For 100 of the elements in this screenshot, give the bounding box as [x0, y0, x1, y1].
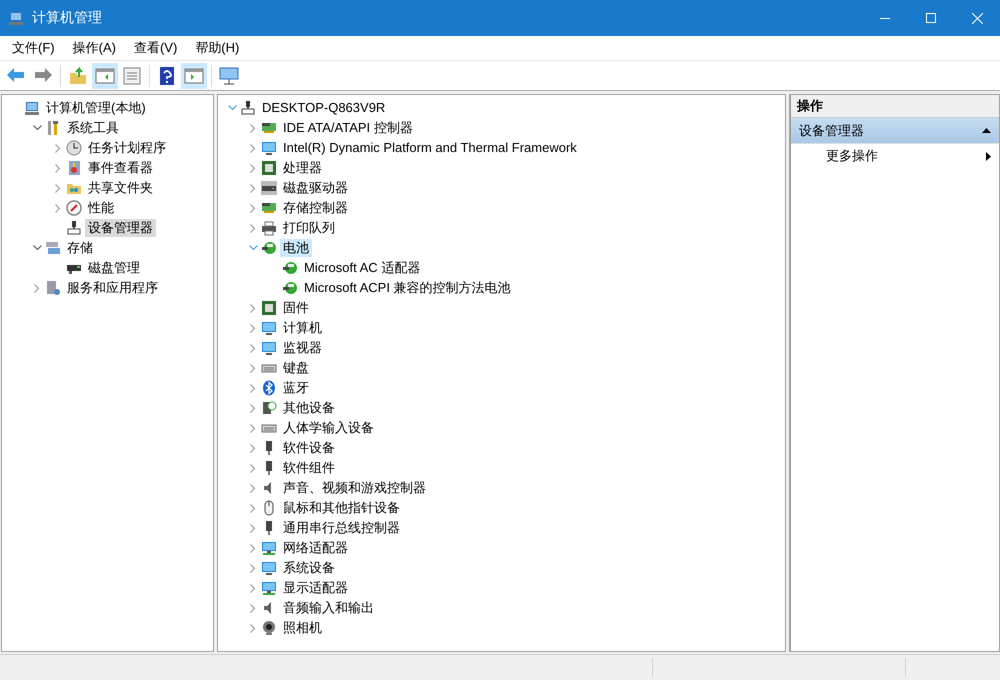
menu-item[interactable]: 操作(A) [64, 37, 125, 59]
tree-item[interactable]: 存储 [64, 239, 96, 257]
expand-chevron-icon[interactable] [250, 604, 256, 612]
tree-item[interactable]: 设备管理器 [85, 219, 156, 237]
tree-item[interactable]: 计算机管理(本地) [43, 99, 149, 117]
tree-item[interactable]: 通用串行总线控制器 [280, 519, 403, 537]
expand-chevron-icon[interactable] [250, 124, 256, 132]
tree-item[interactable]: 声音、视频和游戏控制器 [280, 479, 429, 497]
tree-item[interactable]: 事件查看器 [85, 159, 156, 177]
expand-chevron-icon[interactable] [250, 524, 256, 532]
expand-chevron-icon[interactable] [250, 444, 256, 452]
tree-item[interactable]: 系统设备 [280, 559, 338, 577]
tree-item[interactable]: 软件组件 [280, 459, 338, 477]
expand-chevron-icon[interactable] [55, 144, 61, 152]
section-header[interactable]: 设备管理器 [791, 118, 999, 144]
toolbar-button[interactable] [92, 62, 118, 88]
tree-item[interactable]: 人体学输入设备 [280, 419, 377, 437]
tree-item[interactable]: 服务和应用程序 [64, 279, 161, 297]
monitor-icon [261, 320, 277, 336]
tree-item[interactable]: 显示适配器 [280, 579, 351, 597]
tree-item[interactable]: 电池 [280, 239, 312, 257]
toolbar-button[interactable] [181, 62, 207, 88]
battery-plug-icon [282, 280, 298, 296]
tree-item[interactable]: 照相机 [280, 619, 325, 637]
tree-item[interactable]: 固件 [280, 299, 312, 317]
submenu-triangle-icon [986, 152, 991, 160]
tree-item[interactable]: 任务计划程序 [85, 139, 169, 157]
expand-chevron-icon[interactable] [250, 224, 256, 232]
expand-chevron-icon[interactable] [250, 324, 256, 332]
tools-icon [45, 120, 61, 136]
action-item[interactable]: 更多操作 [791, 144, 999, 168]
tree-item[interactable]: 监视器 [280, 339, 325, 357]
tree-item[interactable]: 处理器 [280, 159, 325, 177]
tree-item[interactable]: 磁盘驱动器 [280, 179, 351, 197]
tree-item[interactable]: 其他设备 [280, 399, 338, 417]
chip-icon [261, 300, 277, 316]
monitor-icon [261, 140, 277, 156]
computer-icon [24, 100, 40, 116]
expand-chevron-icon[interactable] [250, 164, 256, 172]
expand-chevron-icon[interactable] [250, 544, 256, 552]
monitor-icon [261, 340, 277, 356]
tree-item[interactable]: 计算机 [280, 319, 325, 337]
unknown-device-icon [261, 400, 277, 416]
expand-chevron-icon[interactable] [250, 464, 256, 472]
expand-chevron-icon[interactable] [250, 144, 256, 152]
tree-item[interactable]: 性能 [85, 199, 117, 217]
storage-icon [45, 240, 61, 256]
expand-chevron-icon[interactable] [250, 564, 256, 572]
clock-icon [66, 140, 82, 156]
log-icon [66, 160, 82, 176]
expand-chevron-icon[interactable] [250, 624, 256, 632]
expand-chevron-icon[interactable] [250, 304, 256, 312]
tree-item[interactable]: 鼠标和其他指针设备 [280, 499, 403, 517]
collapse-chevron-icon[interactable] [32, 245, 42, 251]
expand-chevron-icon[interactable] [250, 344, 256, 352]
expand-chevron-icon[interactable] [55, 164, 61, 172]
expand-chevron-icon[interactable] [250, 184, 256, 192]
tree-item[interactable]: DESKTOP-Q863V9R [259, 99, 388, 117]
pane-title: 操作 [797, 97, 823, 115]
printer-icon [261, 220, 277, 236]
expand-chevron-icon[interactable] [250, 584, 256, 592]
expand-chevron-icon[interactable] [55, 184, 61, 192]
expand-chevron-icon[interactable] [55, 204, 61, 212]
tree-item[interactable]: 系统工具 [64, 119, 122, 137]
expand-chevron-icon[interactable] [250, 484, 256, 492]
tree-item[interactable]: IDE ATA/ATAPI 控制器 [280, 119, 416, 137]
tree-item[interactable]: 磁盘管理 [85, 259, 143, 277]
tree-item[interactable]: 共享文件夹 [85, 179, 156, 197]
expand-chevron-icon[interactable] [34, 284, 40, 292]
expand-chevron-icon[interactable] [250, 384, 256, 392]
tree-item[interactable]: Microsoft AC 适配器 [301, 259, 424, 277]
expand-chevron-icon[interactable] [250, 424, 256, 432]
card-icon [261, 120, 277, 136]
menu-item[interactable]: 帮助(H) [186, 37, 248, 59]
tree-item[interactable]: Microsoft ACPI 兼容的控制方法电池 [301, 279, 514, 297]
expand-chevron-icon[interactable] [250, 364, 256, 372]
tree-item[interactable]: 存储控制器 [280, 199, 351, 217]
card-icon [261, 200, 277, 216]
gauge-icon [66, 200, 82, 216]
tree-item[interactable]: 蓝牙 [280, 379, 312, 397]
battery-plug-icon [282, 260, 298, 276]
device-manager-icon [240, 100, 256, 116]
tree-item[interactable]: 键盘 [280, 359, 312, 377]
tree-item[interactable]: Intel(R) Dynamic Platform and Thermal Framework [280, 139, 580, 157]
collapse-chevron-icon[interactable] [32, 125, 42, 131]
computer-icon [8, 10, 24, 26]
tree-item[interactable]: 音频输入和输出 [280, 599, 377, 617]
menu-item[interactable]: 查看(V) [124, 37, 186, 59]
tree-item[interactable]: 打印队列 [280, 219, 338, 237]
chip-icon [261, 160, 277, 176]
expand-chevron-icon[interactable] [250, 404, 256, 412]
expand-chevron-icon[interactable] [250, 204, 256, 212]
monitor-icon [261, 560, 277, 576]
menu-item[interactable]: 文件(F) [3, 37, 64, 59]
device-manager-icon [66, 220, 82, 236]
expand-chevron-icon[interactable] [250, 504, 256, 512]
services-icon [45, 280, 61, 296]
camera-icon [261, 620, 277, 636]
tree-item[interactable]: 网络适配器 [280, 539, 351, 557]
tree-item[interactable]: 软件设备 [280, 439, 338, 457]
